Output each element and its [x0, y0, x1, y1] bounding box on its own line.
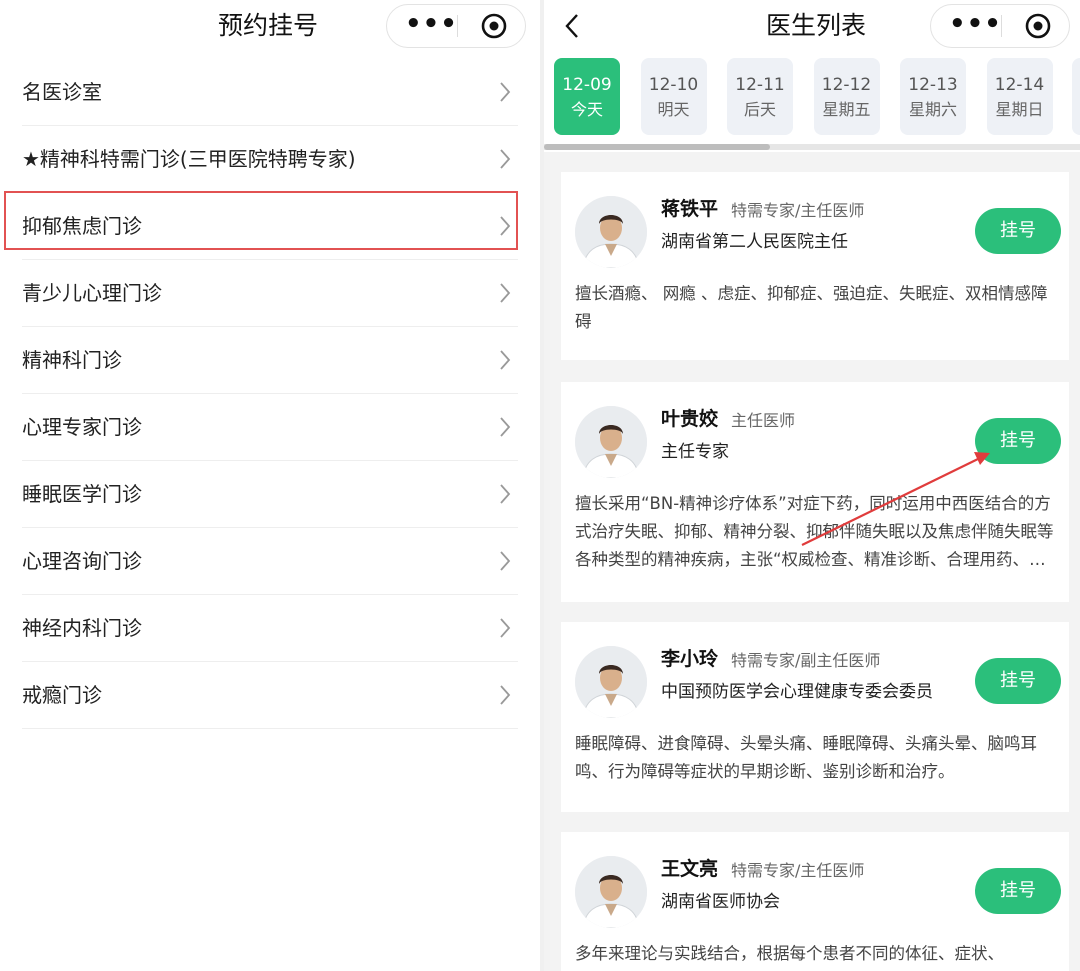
doctor-card[interactable]: 李小玲 特需专家/副主任医师中国预防医学会心理健康专委会委员 挂号睡眠障碍、进食障碍… — [561, 622, 1069, 812]
department-label: 心理咨询门诊 — [22, 549, 142, 573]
department-item[interactable]: 心理咨询门诊 — [22, 528, 518, 595]
date-tab-weekday: 星期五 — [822, 100, 871, 119]
doctor-card[interactable]: 蒋铁平 特需专家/主任医师湖南省第二人民医院主任 挂号擅长酒瘾、 网瘾 、虑症、抑郁… — [561, 172, 1069, 360]
department-item[interactable]: ★精神科特需门诊(三甲医院特聘专家) — [22, 126, 518, 193]
chevron-right-icon — [500, 551, 511, 571]
target-circle-icon[interactable] — [1025, 13, 1051, 39]
chevron-right-icon — [500, 149, 511, 169]
chevron-right-icon — [500, 283, 511, 303]
date-tab-date: 12-12 — [821, 75, 872, 95]
navbar: 医生列表 ••• — [544, 0, 1080, 52]
right-panel-doctor-list: 医生列表 ••• 12-09 今天 12-10 明天 12-11 后天 12-12 星期五 12… — [544, 0, 1080, 971]
chevron-right-icon — [500, 618, 511, 638]
capsule-separator — [1001, 15, 1002, 37]
department-item[interactable]: 神经内科门诊 — [22, 595, 518, 662]
doctor-avatar — [575, 856, 647, 928]
department-label: 心理专家门诊 — [22, 415, 142, 439]
date-tab[interactable]: 12-13 星期六 — [900, 58, 966, 135]
date-tab[interactable]: 12-09 今天 — [554, 58, 620, 135]
department-item[interactable]: 青少儿心理门诊 — [22, 260, 518, 327]
date-tab-date: 12-10 — [648, 75, 699, 95]
highlight-box — [4, 191, 518, 250]
register-button[interactable]: 挂号 — [975, 868, 1061, 914]
doctor-organization: 湖南省医师协会 — [661, 892, 780, 912]
department-label: 戒瘾门诊 — [22, 683, 102, 707]
date-tab-date: 12-09 — [562, 75, 612, 95]
doctor-name: 王文亮 — [661, 858, 719, 880]
doctor-title: 特需专家/主任医师 — [731, 201, 865, 220]
department-item[interactable]: 睡眠医学门诊 — [22, 461, 518, 528]
doctor-organization: 主任专家 — [661, 442, 729, 462]
doctor-avatar — [575, 196, 647, 268]
chevron-right-icon — [500, 417, 511, 437]
register-button[interactable]: 挂号 — [975, 208, 1061, 254]
chevron-right-icon — [500, 350, 511, 370]
date-tab-weekday: 星期日 — [995, 100, 1044, 119]
date-tab-weekday: 明天 — [657, 100, 690, 119]
doctor-title: 特需专家/主任医师 — [731, 861, 865, 880]
date-tab-date: 12-11 — [735, 75, 785, 95]
date-tab[interactable]: 12-11 后天 — [727, 58, 793, 135]
doctor-avatar — [575, 406, 647, 478]
date-tab-date: 12-13 — [908, 75, 958, 95]
department-item[interactable]: 精神科门诊 — [22, 327, 518, 394]
capsule-separator — [457, 15, 458, 37]
date-tab[interactable]: 12-10 明天 — [640, 58, 707, 135]
doctor-name: 叶贵姣 — [661, 408, 719, 430]
doctor-avatar — [575, 646, 647, 718]
date-scroll-thumb[interactable] — [544, 144, 770, 150]
doctor-organization: 湖南省第二人民医院主任 — [661, 232, 848, 252]
page-title: 医生列表 — [766, 11, 867, 40]
page-title: 预约挂号 — [218, 11, 319, 40]
doctor-title: 主任医师 — [731, 411, 796, 430]
doctor-name: 蒋铁平 — [661, 198, 719, 220]
department-label: 睡眠医学门诊 — [22, 482, 142, 506]
doctor-description: 睡眠障碍、进食障碍、头晕头痛、睡眠障碍、头痛头晕、脑鸣耳鸣、行为障碍等症状的早期… — [575, 734, 1037, 781]
doctor-card[interactable]: 叶贵姣 主任医师 主任专家 挂号擅长采用“BN-精神诊疗体系”对症下药，同时运用中西医… — [561, 382, 1069, 602]
navbar: 预约挂号 ••• — [0, 0, 540, 52]
date-tab-weekday: 星期六 — [908, 100, 957, 119]
target-circle-icon[interactable] — [481, 13, 507, 39]
more-dots-icon[interactable]: ••• — [405, 5, 457, 47]
department-label: 青少儿心理门诊 — [22, 281, 162, 305]
department-label: 神经内科门诊 — [22, 616, 142, 640]
mini-program-capsule: ••• — [386, 4, 526, 48]
date-tab[interactable]: 12-14 星期日 — [986, 58, 1053, 135]
department-item[interactable]: 戒瘾门诊 — [22, 662, 518, 729]
doctor-description: 多年来理论与实践结合，根据每个患者不同的体征、症状、 — [575, 944, 1004, 963]
back-chevron-icon[interactable] — [564, 12, 580, 40]
doctor-name: 李小玲 — [661, 648, 719, 670]
date-tab-partial[interactable] — [1072, 58, 1080, 135]
department-label: 名医诊室 — [22, 80, 102, 104]
doctor-description: 擅长采用“BN-精神诊疗体系”对症下药，同时运用中西医结合的方式治疗失眠、抑郁、… — [575, 494, 1054, 569]
chevron-right-icon — [500, 484, 511, 504]
chevron-right-icon — [500, 82, 511, 102]
date-tab[interactable]: 12-12 星期五 — [813, 58, 880, 135]
department-item[interactable]: 心理专家门诊 — [22, 394, 518, 461]
department-item[interactable]: 名医诊室 — [22, 59, 518, 126]
department-label: 精神科门诊 — [22, 348, 122, 372]
doctor-organization: 中国预防医学会心理健康专委会委员 — [661, 682, 933, 702]
mini-program-capsule: ••• — [930, 4, 1070, 48]
doctor-title: 特需专家/副主任医师 — [731, 651, 881, 670]
register-button[interactable]: 挂号 — [975, 658, 1061, 704]
more-dots-icon[interactable]: ••• — [949, 5, 1001, 47]
register-button[interactable]: 挂号 — [975, 418, 1061, 464]
doctor-description: 擅长酒瘾、 网瘾 、虑症、抑郁症、强迫症、失眠症、双相情感障碍 — [575, 284, 1048, 331]
left-panel-appointment: 预约挂号 ••• 名医诊室 ★精神科特需门诊(三甲医院特聘专家) 抑郁焦虑门诊 青少儿… — [0, 0, 540, 971]
date-tab-date: 12-14 — [994, 75, 1045, 95]
date-tab-weekday: 今天 — [570, 100, 603, 119]
department-label: ★精神科特需门诊(三甲医院特聘专家) — [22, 147, 356, 171]
doctor-card[interactable]: 王文亮 特需专家/主任医师湖南省医师协会 挂号多年来理论与实践结合，根据每个患者不同… — [561, 832, 1069, 971]
chevron-right-icon — [500, 685, 511, 705]
date-tab-weekday: 后天 — [743, 100, 776, 119]
